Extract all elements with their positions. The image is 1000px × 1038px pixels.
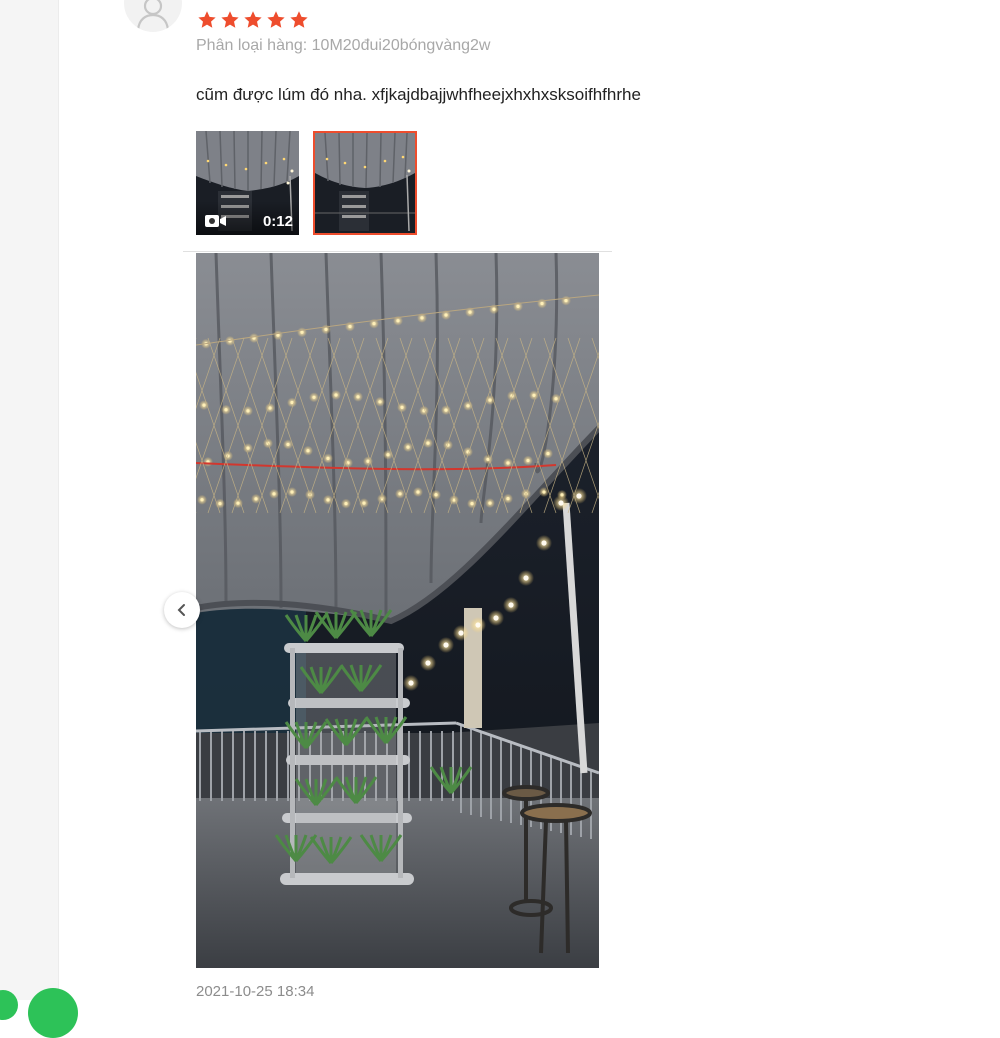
video-thumbnail[interactable]: 0:12: [196, 131, 299, 235]
image-thumbnail-selected[interactable]: [313, 131, 417, 235]
video-camera-icon: [205, 215, 226, 227]
chat-button[interactable]: [28, 988, 78, 1038]
review-timestamp: 2021-10-25 18:34: [196, 983, 315, 1000]
user-avatar-icon: [136, 0, 170, 31]
product-variation: Phân loại hàng: 10M20đui20bóngvàng2w: [196, 37, 491, 54]
image-thumbnail-image: [315, 133, 415, 233]
star-icon: [221, 11, 239, 28]
review-photo: [196, 253, 599, 968]
divider: [183, 251, 612, 252]
review-comment: cũm được lúm đó nha. xfjkajdbajjwhfheejx…: [196, 85, 641, 104]
left-gutter: [0, 0, 59, 1000]
star-icon: [244, 11, 262, 28]
star-icon: [290, 11, 308, 28]
reviewer-avatar[interactable]: [124, 0, 182, 32]
star-icon: [198, 11, 216, 28]
star-icon: [267, 11, 285, 28]
video-duration: 0:12: [262, 213, 293, 230]
review-photo-large[interactable]: [196, 253, 599, 968]
star-rating: [196, 9, 310, 31]
previous-image-button[interactable]: [164, 592, 200, 628]
chevron-left-icon: [177, 604, 185, 616]
